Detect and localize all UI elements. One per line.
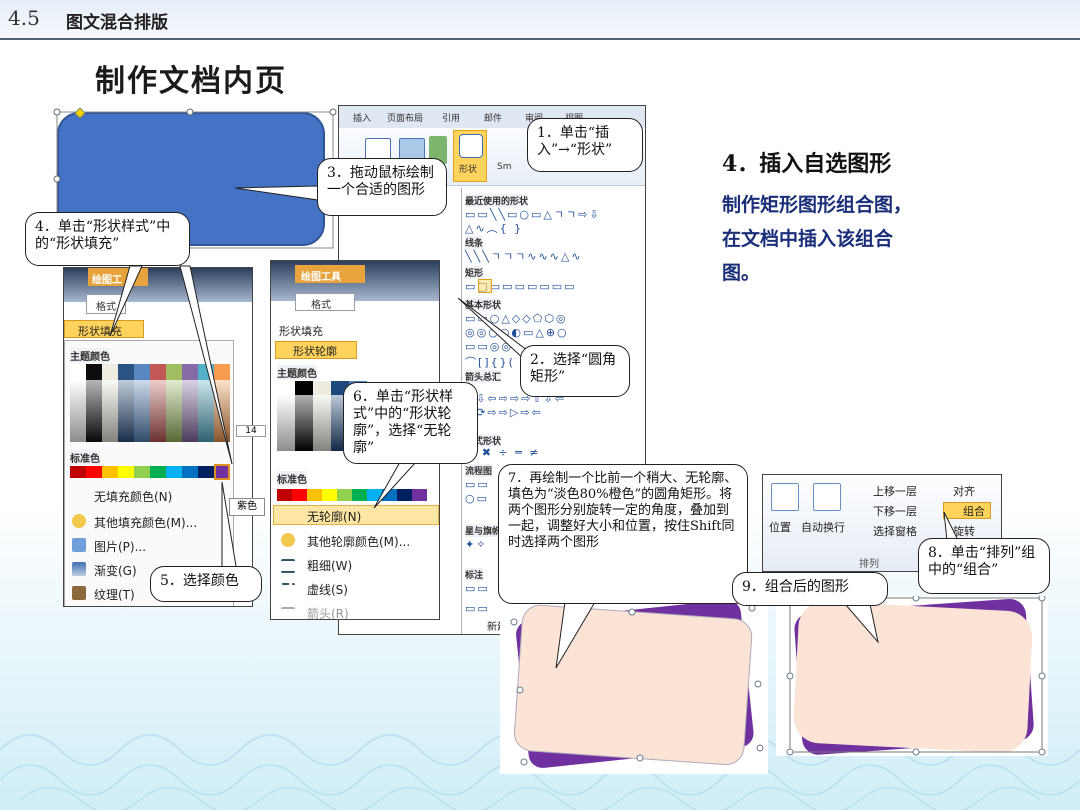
callout-step-8: 8．单击“排列”组中的“组合” [918,538,1050,594]
callout-step-5: 5．选择颜色 [150,566,262,602]
callout-step-7: 7．再绘制一个比前一个稍大、无轮廓、填色为“淡色80%橙色”的圆角矩形。将两个图… [498,464,748,604]
callout-step-1: 1．单击“插入”→“形状” [527,118,643,172]
callout-step-3: 3．拖动鼠标绘制一个合适的图形 [317,158,447,216]
callout-step-6: 6．单击“形状样式”中的“形状轮廓”，选择“无轮廓” [343,382,478,464]
callout-step-2: 2．选择“圆角矩形” [520,345,630,397]
callout-step-9: 9．组合后的图形 [732,572,888,606]
callout-step-4: 4．单击“形状样式”中的“形状填充” [25,212,190,266]
